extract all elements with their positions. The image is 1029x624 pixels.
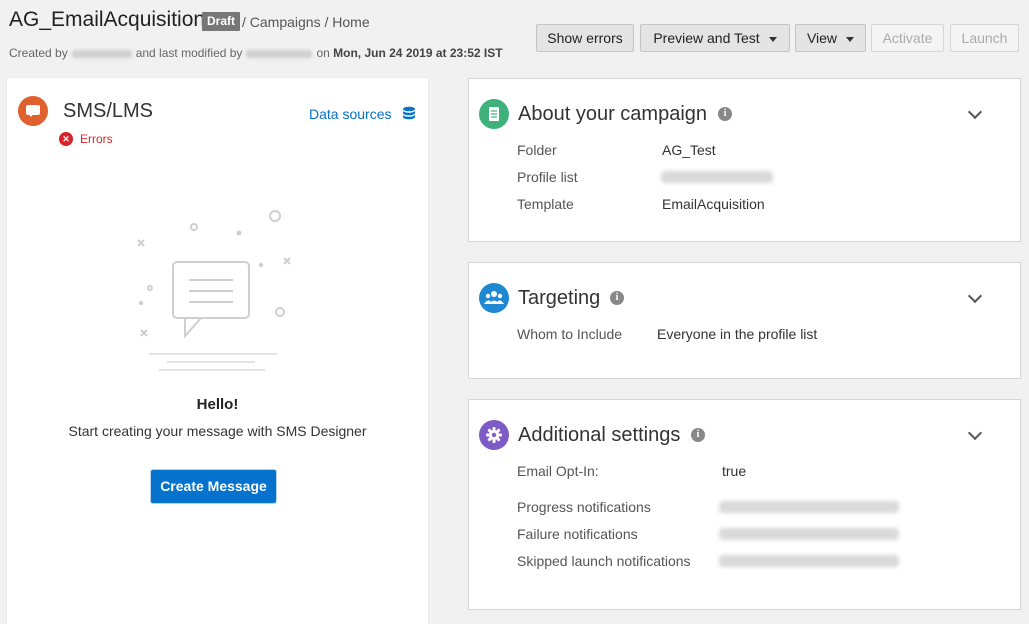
- channel-panel: SMS/LMS ✕ Errors Data sources Hello! Sta…: [7, 78, 428, 624]
- caret-down-icon: [846, 36, 855, 42]
- additional-settings-card: Additional settings i Email Opt-In: true…: [468, 399, 1021, 610]
- chevron-down-icon[interactable]: [967, 104, 983, 120]
- profile-list-value-redacted: [661, 171, 773, 183]
- progress-notifications-value-redacted: [719, 501, 899, 513]
- skipped-launch-notifications-value-redacted: [719, 555, 899, 567]
- additional-settings-title: Additional settings: [518, 424, 681, 446]
- activate-button[interactable]: Activate: [871, 24, 944, 52]
- hello-subtitle: Start creating your message with SMS Des…: [68, 423, 367, 439]
- hello-heading: Hello!: [196, 396, 239, 413]
- people-icon: [479, 283, 509, 313]
- whom-to-include-label: Whom to Include: [517, 326, 623, 342]
- view-button[interactable]: View: [795, 24, 866, 52]
- status-badge: Draft: [202, 12, 241, 31]
- meta-on: on: [316, 46, 330, 60]
- template-value: EmailAcquisition: [662, 196, 765, 212]
- meta-modified-mid: and last modified by: [135, 46, 243, 60]
- email-opt-in-value: true: [722, 463, 747, 479]
- meta-created-prefix: Created by: [9, 46, 68, 60]
- targeting-title: Targeting: [518, 287, 601, 309]
- document-icon: [479, 99, 509, 129]
- empty-message-illustration: [137, 210, 291, 371]
- folder-label: Folder: [517, 142, 557, 158]
- redacted-username: [246, 49, 313, 58]
- view-label: View: [806, 30, 838, 46]
- preview-and-test-label: Preview and Test: [653, 30, 760, 46]
- breadcrumb[interactable]: / Campaigns / Home: [242, 14, 370, 30]
- created-modified-info: Created by and last modified by on Mon, Ju…: [9, 46, 503, 60]
- launch-button[interactable]: Launch: [950, 24, 1019, 52]
- progress-notifications-label: Progress notifications: [517, 499, 651, 515]
- info-icon[interactable]: i: [691, 428, 705, 442]
- chevron-down-icon[interactable]: [967, 288, 983, 304]
- create-message-button[interactable]: Create Message: [151, 470, 276, 503]
- folder-value: AG_Test: [662, 142, 716, 158]
- about-campaign-card: About your campaign i Folder AG_Test Pro…: [468, 78, 1021, 242]
- database-icon[interactable]: [402, 106, 416, 120]
- meta-date: Mon, Jun 24 2019 at 23:52 IST: [333, 46, 503, 60]
- info-icon[interactable]: i: [610, 291, 624, 305]
- skipped-launch-notifications-label: Skipped launch notifications: [517, 553, 691, 569]
- sms-chat-icon: [18, 96, 48, 126]
- failure-notifications-value-redacted: [719, 528, 899, 540]
- channel-name: SMS/LMS: [63, 100, 154, 122]
- error-x-icon: ✕: [59, 132, 73, 146]
- errors-link[interactable]: Errors: [80, 132, 113, 146]
- profile-list-label: Profile list: [517, 169, 578, 185]
- redacted-username: [71, 49, 132, 58]
- failure-notifications-label: Failure notifications: [517, 526, 638, 542]
- email-opt-in-label: Email Opt-In:: [517, 463, 599, 479]
- gear-icon: [479, 420, 509, 450]
- page-header: AG_EmailAcquisition Draft / Campaigns / …: [0, 0, 1029, 72]
- template-label: Template: [517, 196, 574, 212]
- about-campaign-title: About your campaign: [518, 103, 708, 125]
- whom-to-include-value: Everyone in the profile list: [657, 326, 818, 342]
- info-icon[interactable]: i: [718, 107, 732, 121]
- chevron-down-icon[interactable]: [967, 425, 983, 441]
- caret-down-icon: [768, 36, 777, 42]
- campaign-title: AG_EmailAcquisition: [9, 8, 206, 31]
- show-errors-button[interactable]: Show errors: [536, 24, 634, 52]
- targeting-card: Targeting i Whom to Include Everyone in …: [468, 262, 1021, 379]
- preview-and-test-button[interactable]: Preview and Test: [640, 24, 790, 52]
- data-sources-link[interactable]: Data sources: [309, 106, 391, 122]
